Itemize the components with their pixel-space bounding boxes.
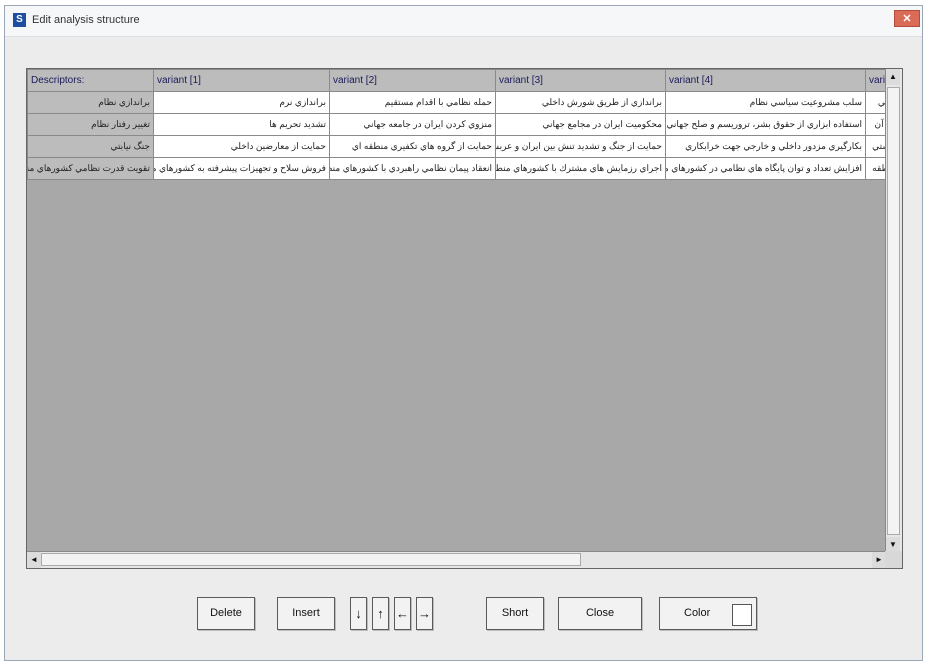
table-cell[interactable]: براندازي از طريق شورش داخلي	[495, 91, 666, 114]
table-cell[interactable]: استفاده ابزاري از حقوق بشر، تروريسم و صل…	[665, 113, 866, 136]
app-icon: S	[13, 13, 26, 27]
horizontal-scroll-thumb[interactable]	[41, 553, 581, 566]
table-row: جنگ نيابتي حمايت از معارضين داخلي حمايت …	[27, 135, 902, 158]
color-swatch[interactable]	[732, 604, 752, 626]
scroll-up-icon[interactable]: ▲	[886, 69, 900, 85]
row-descriptor[interactable]: جنگ نيابتي	[27, 135, 154, 158]
vertical-scroll-thumb[interactable]	[887, 87, 900, 535]
table-row: تقويت قدرت نظامي كشورهاي منطقه فروش سلاح…	[27, 157, 902, 180]
table-cell[interactable]: محكوميت ايران در مجامع جهاني	[495, 113, 666, 136]
table-cell[interactable]: اجراي رزمايش هاي مشترك با كشورهاي منطقه	[495, 157, 666, 180]
column-header-variant-2[interactable]: variant [2]	[329, 69, 496, 92]
row-descriptor[interactable]: تقويت قدرت نظامي كشورهاي منطقه	[27, 157, 154, 180]
analysis-table: Descriptors: variant [1] variant [2] var…	[27, 69, 902, 180]
scroll-left-icon[interactable]: ◄	[27, 552, 41, 568]
table-cell[interactable]: منزوي كردن ايران در جامعه جهاني	[329, 113, 496, 136]
column-header-descriptors[interactable]: Descriptors:	[27, 69, 154, 92]
column-header-variant-4[interactable]: variant [4]	[665, 69, 866, 92]
title-bar: S Edit analysis structure ✕	[5, 6, 922, 37]
scroll-right-icon[interactable]: ►	[872, 552, 886, 568]
analysis-grid: Descriptors: variant [1] variant [2] var…	[26, 68, 903, 569]
vertical-scrollbar[interactable]: ▲ ▼	[885, 69, 902, 553]
delete-button[interactable]: Delete	[197, 597, 255, 630]
short-button[interactable]: Short	[486, 597, 544, 630]
table-cell[interactable]: بكارگيري مزدور داخلي و خارجي جهت خرابكار…	[665, 135, 866, 158]
header-row: Descriptors: variant [1] variant [2] var…	[27, 69, 902, 92]
move-right-button[interactable]: →	[416, 597, 433, 630]
row-descriptor[interactable]: براندازي نظام	[27, 91, 154, 114]
table-cell[interactable]: فروش سلاح و تجهيزات پيشرفته به كشورهاي م…	[153, 157, 330, 180]
table-cell[interactable]: حمايت از جنگ و تشديد تنش بين ايران و عرب…	[495, 135, 666, 158]
row-descriptor[interactable]: تغيير رفتار نظام	[27, 113, 154, 136]
scrollbar-corner	[885, 551, 902, 568]
move-left-button[interactable]: ←	[394, 597, 411, 630]
window-title: Edit analysis structure	[32, 14, 140, 26]
table-row: براندازي نظام براندازي نرم حمله نظامي با…	[27, 91, 902, 114]
table-cell[interactable]: تشديد تحريم ها	[153, 113, 330, 136]
table-cell[interactable]: سلب مشروعيت سياسي نظام	[665, 91, 866, 114]
table-cell[interactable]: حمايت از گروه هاي تكفيري منطقه اي	[329, 135, 496, 158]
close-button[interactable]: Close	[558, 597, 642, 630]
window-close-button[interactable]: ✕	[894, 10, 920, 27]
table-row: تغيير رفتار نظام تشديد تحريم ها منزوي كر…	[27, 113, 902, 136]
move-down-button[interactable]: ↓	[350, 597, 367, 630]
move-up-button[interactable]: ↑	[372, 597, 389, 630]
table-cell[interactable]: انعقاد پيمان نظامي راهبردي با كشورهاي من…	[329, 157, 496, 180]
table-cell[interactable]: افزايش تعداد و توان پايگاه هاي نظامي در …	[665, 157, 866, 180]
table-cell[interactable]: براندازي نرم	[153, 91, 330, 114]
insert-button[interactable]: Insert	[277, 597, 335, 630]
table-cell[interactable]: حمله نظامي با اقدام مستقيم	[329, 91, 496, 114]
column-header-variant-3[interactable]: variant [3]	[495, 69, 666, 92]
horizontal-scrollbar[interactable]: ◄ ►	[27, 551, 886, 568]
table-cell[interactable]: حمايت از معارضين داخلي	[153, 135, 330, 158]
column-header-variant-1[interactable]: variant [1]	[153, 69, 330, 92]
